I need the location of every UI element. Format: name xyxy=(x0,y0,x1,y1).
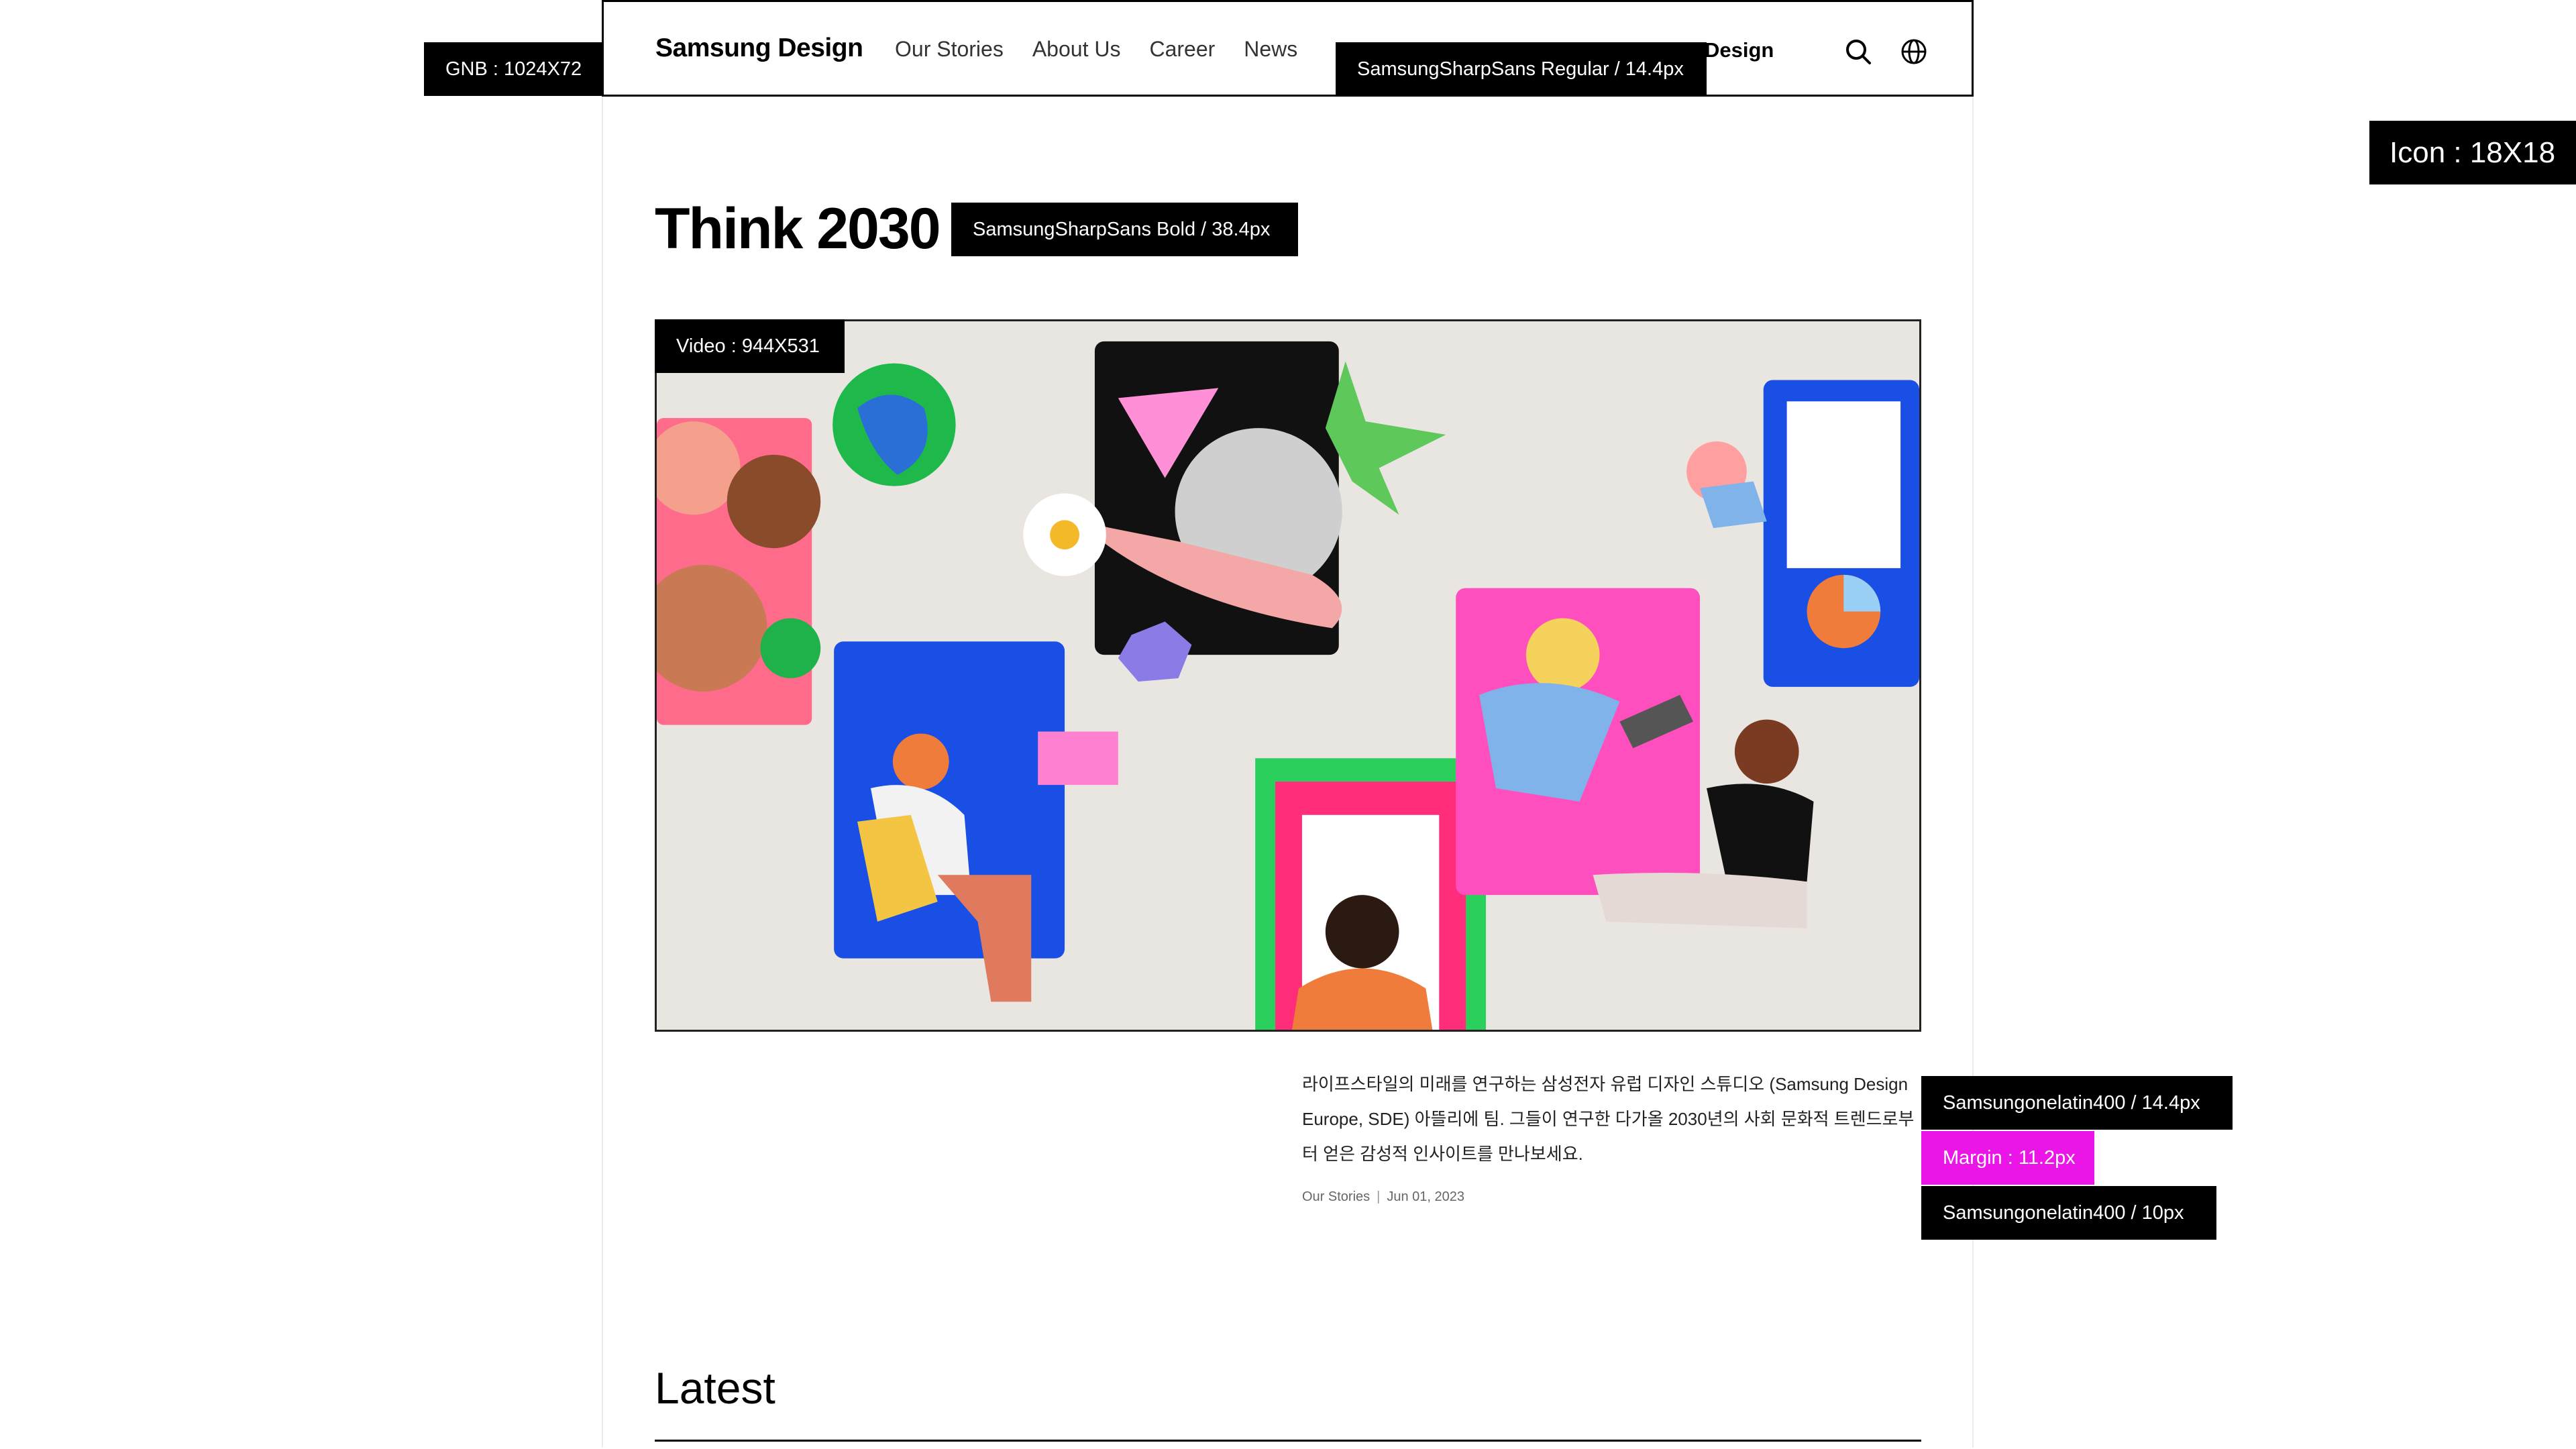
spec-tag-headline-font: SamsungSharpSans Bold / 38.4px xyxy=(951,203,1298,256)
nav-item-about-us[interactable]: About Us xyxy=(1032,37,1121,62)
story-meta: Our Stories | Jun 01, 2023 xyxy=(1302,1189,1464,1205)
spec-tag-icon: Icon : 18X18 xyxy=(2369,121,2576,184)
spec-tag-margin: Margin : 11.2px xyxy=(1921,1131,2094,1185)
video-illustration xyxy=(657,321,1919,1030)
page-title: Think 2030 xyxy=(655,197,941,261)
nav-item-career[interactable]: Career xyxy=(1149,37,1215,62)
nav-item-design[interactable]: Design xyxy=(1705,38,1774,62)
nav-item-news[interactable]: News xyxy=(1244,37,1297,62)
hero-video[interactable] xyxy=(655,319,1921,1032)
global-navigation-bar: Samsung Design Our Stories About Us Care… xyxy=(602,0,1974,97)
divider xyxy=(655,1440,1921,1442)
brand-logo[interactable]: Samsung Design xyxy=(655,34,863,63)
story-date: Jun 01, 2023 xyxy=(1387,1189,1465,1204)
spec-tag-video: Video : 944X531 xyxy=(655,319,845,373)
spec-tag-meta-font: Samsungonelatin400 / 10px xyxy=(1921,1186,2216,1240)
globe-icon[interactable] xyxy=(1899,37,1929,66)
spec-tag-gnb-font: SamsungSharpSans Regular / 14.4px xyxy=(1336,42,1707,96)
spec-tag-gnb: GNB : 1024X72 xyxy=(424,42,602,96)
nav-item-our-stories[interactable]: Our Stories xyxy=(895,37,1004,62)
section-title-latest: Latest xyxy=(655,1363,775,1413)
story-description: 라이프스타일의 미래를 연구하는 삼성전자 유럽 디자인 스튜디오 (Samsu… xyxy=(1302,1074,1915,1164)
story-category[interactable]: Our Stories xyxy=(1302,1189,1370,1205)
search-icon[interactable] xyxy=(1843,37,1873,66)
main-nav: Our Stories About Us Career News xyxy=(895,37,1326,62)
meta-separator: | xyxy=(1377,1189,1381,1204)
spec-tag-description-font: Samsungonelatin400 / 14.4px xyxy=(1921,1076,2233,1130)
